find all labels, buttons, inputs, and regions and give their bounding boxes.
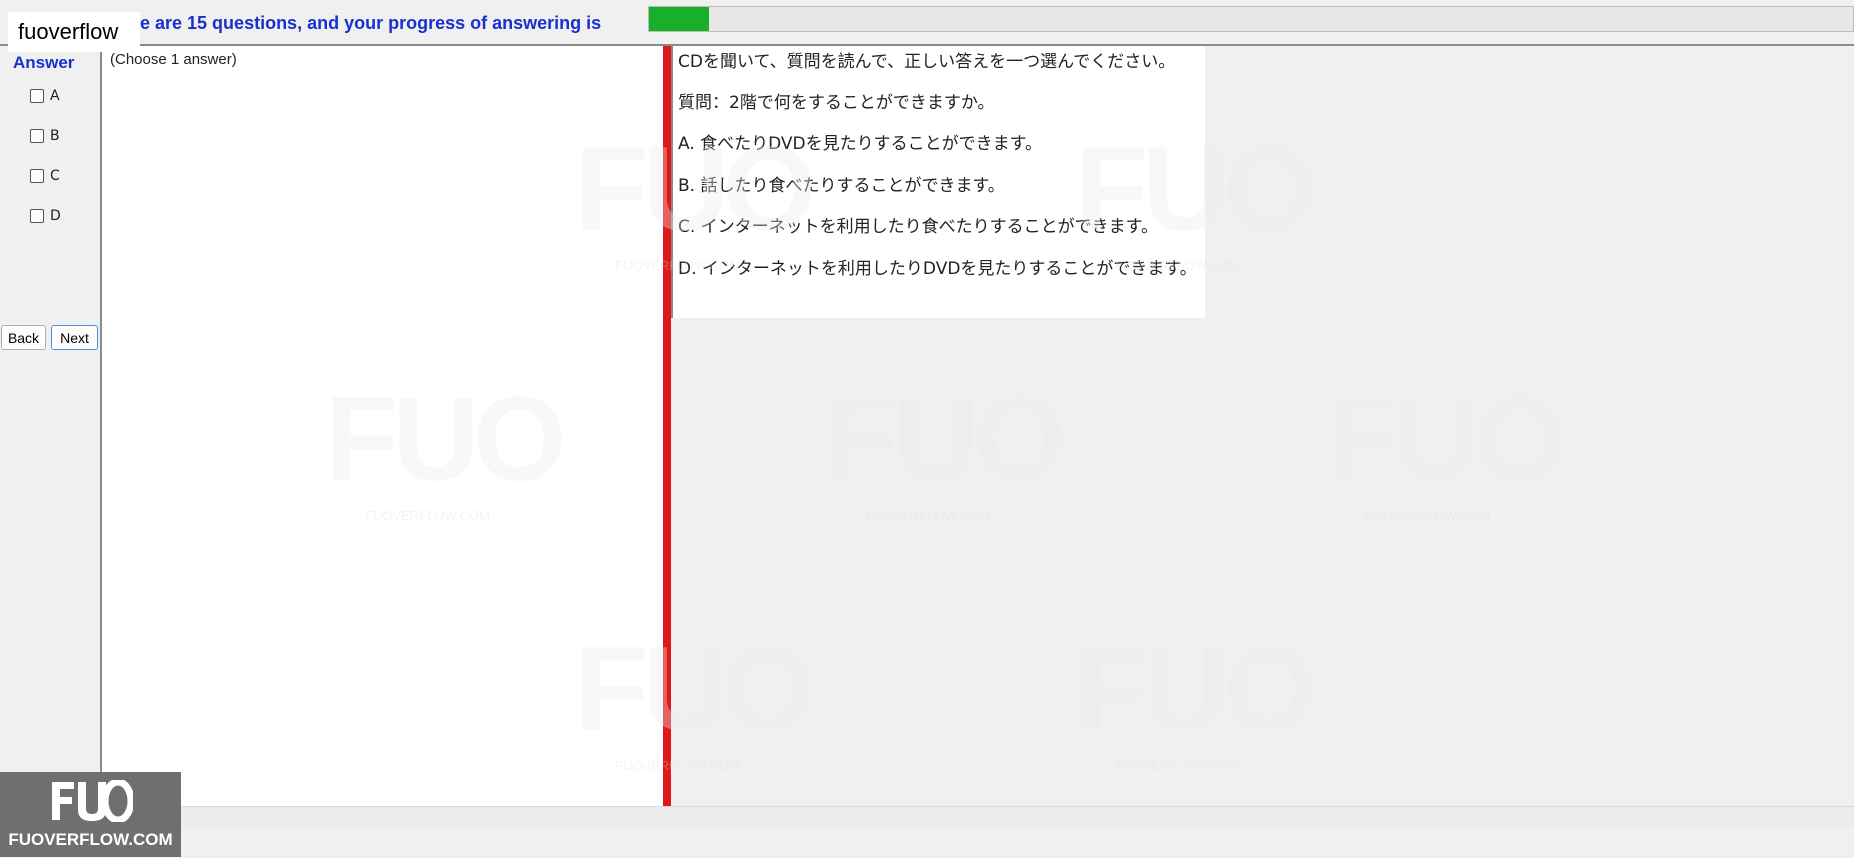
answer-option-a[interactable]: A [30, 88, 60, 104]
watermark: FUO FUOVERFLOW.COM [1075, 620, 1316, 773]
watermark-mark: FUO [1075, 622, 1316, 756]
answer-option-label: C [50, 168, 60, 184]
watermark-mark: FUO [825, 372, 1066, 506]
watermark-text: FUOVERFLOW.COM [865, 508, 990, 523]
checkbox-c[interactable] [30, 169, 44, 183]
checkbox-b[interactable] [30, 129, 44, 143]
checkbox-d[interactable] [30, 209, 44, 223]
panel-divider[interactable] [663, 46, 671, 809]
next-button[interactable]: Next [51, 325, 98, 350]
choice-c: C. インターネットを利用したり食べたりすることができます。 [678, 217, 1158, 237]
answer-option-label: A [50, 88, 60, 104]
answer-option-label: D [50, 208, 61, 224]
watermark-text: FUOVERFLOW.COM [1115, 758, 1240, 773]
answer-panel [0, 46, 102, 806]
progress-bar [648, 6, 1854, 32]
logo-text: FUOVERFLOW.COM [8, 830, 173, 849]
answer-option-label: B [50, 128, 60, 144]
question-prompt: 質問：2階で何をすることができますか。 [678, 93, 995, 113]
choice-a: A. 食べたりDVDを見たりすることができます。 [678, 134, 1042, 154]
watermark: FUO FUOVERFLOW.COM [1325, 370, 1566, 523]
choose-instruction: (Choose 1 answer) [110, 51, 237, 68]
question-instruction: CDを聞いて、質問を読んで、正しい答えを一つ選んでください。 [678, 52, 1176, 72]
answer-option-c[interactable]: C [30, 168, 60, 184]
watermark: FUO FUOVERFLOW.COM [825, 370, 1066, 523]
answer-option-d[interactable]: D [30, 208, 61, 224]
choice-b: B. 話したり食べたりすることができます。 [678, 176, 1005, 196]
logo-mark [48, 778, 135, 824]
answer-title: Answer [13, 53, 75, 72]
checkbox-a[interactable] [30, 89, 44, 103]
horizontal-scrollbar[interactable] [154, 806, 1854, 827]
brand-label: fuoverflow [8, 12, 140, 52]
answer-area [102, 46, 663, 806]
choice-d: D. インターネットを利用したりDVDを見たりすることができます。 [678, 259, 1197, 279]
watermark-mark: FUO [1325, 372, 1566, 506]
back-button[interactable]: Back [1, 325, 46, 350]
progress-text: e are 15 questions, and your progress of… [140, 13, 602, 33]
progress-bar-fill [649, 7, 709, 31]
answer-option-b[interactable]: B [30, 128, 60, 144]
watermark-text: FUOVERFLOW.COM [1365, 508, 1490, 523]
